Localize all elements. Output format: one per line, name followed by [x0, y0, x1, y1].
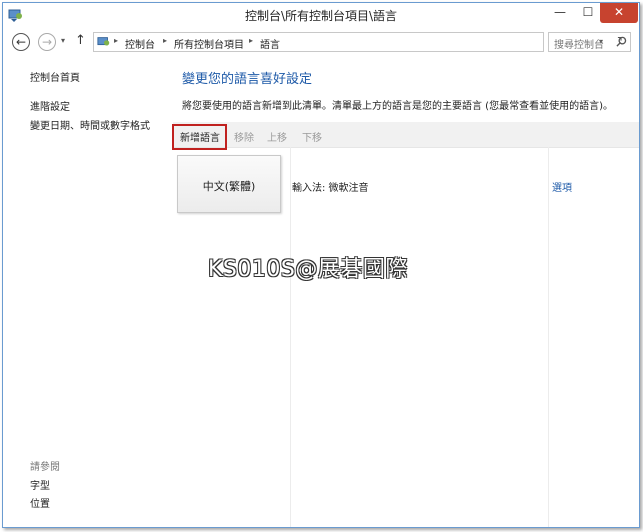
sidebar-change-date-time-format[interactable]: 變更日期、時間或數字格式 [30, 117, 150, 132]
column-divider [548, 147, 549, 527]
address-bar: ← → ▾ ↑ ▸ 控制台 ▸ 所有控制台項目 ▸ 語言 ▾ ↻ 搜尋控制台 [3, 30, 639, 56]
control-panel-window: 控制台\所有控制台項目\語言 — ☐ ✕ ← → ▾ ↑ ▸ 控制台 ▸ 所有控… [2, 2, 640, 528]
language-options-link[interactable]: 選項 [552, 179, 572, 194]
address-box[interactable]: ▸ 控制台 ▸ 所有控制台項目 ▸ 語言 ▾ ↻ [93, 32, 627, 52]
sidebar-advanced-settings[interactable]: 進階設定 [30, 98, 70, 113]
language-ime: 輸入法: 微軟注音 [292, 183, 369, 194]
search-icon[interactable] [616, 36, 627, 47]
breadcrumb-control-panel[interactable]: 控制台 [125, 36, 155, 51]
move-down-button[interactable]: 下移 [302, 129, 322, 144]
back-button[interactable]: ← [12, 33, 30, 51]
search-input[interactable]: 搜尋控制台 [548, 32, 631, 52]
move-up-button[interactable]: 上移 [267, 129, 287, 144]
language-toolbar: 新增語言 移除 上移 下移 [173, 122, 639, 148]
language-tile[interactable]: 中文(繁體) [177, 155, 281, 213]
minimize-button[interactable]: — [546, 3, 574, 23]
breadcrumb-separator-icon[interactable]: ▸ [114, 36, 118, 45]
up-button[interactable]: ↑ [75, 33, 86, 48]
forward-button[interactable]: → [38, 33, 56, 51]
breadcrumb-separator-icon[interactable]: ▸ [163, 36, 167, 45]
remove-button[interactable]: 移除 [234, 129, 254, 144]
see-also-fonts[interactable]: 字型 [30, 477, 50, 492]
maximize-button[interactable]: ☐ [574, 3, 602, 23]
control-panel-icon [97, 37, 110, 46]
see-also-heading: 請參閱 [30, 462, 60, 473]
close-button[interactable]: ✕ [600, 3, 638, 23]
watermark-text: KS010S@展碁國際 [208, 257, 408, 282]
breadcrumb-all-items[interactable]: 所有控制台項目 [174, 36, 244, 51]
breadcrumb-separator-icon[interactable]: ▸ [249, 36, 253, 45]
title-bar: 控制台\所有控制台項目\語言 — ☐ ✕ [3, 3, 639, 29]
language-name: 中文(繁體) [202, 180, 256, 193]
window-title: 控制台\所有控制台項目\語言 [244, 9, 398, 23]
sidebar-control-panel-home[interactable]: 控制台首頁 [30, 69, 80, 84]
breadcrumb-language[interactable]: 語言 [260, 36, 280, 51]
add-language-highlight [172, 124, 227, 150]
search-placeholder: 搜尋控制台 [554, 40, 604, 51]
column-divider [290, 147, 291, 527]
page-title: 變更您的語言喜好設定 [182, 72, 313, 87]
page-description: 將您要使用的語言新增到此清單。清單最上方的語言是您的主要語言 (您最常查看並使用… [182, 101, 613, 112]
see-also-location[interactable]: 位置 [30, 495, 50, 510]
recent-locations-chevron-icon[interactable]: ▾ [61, 36, 65, 45]
